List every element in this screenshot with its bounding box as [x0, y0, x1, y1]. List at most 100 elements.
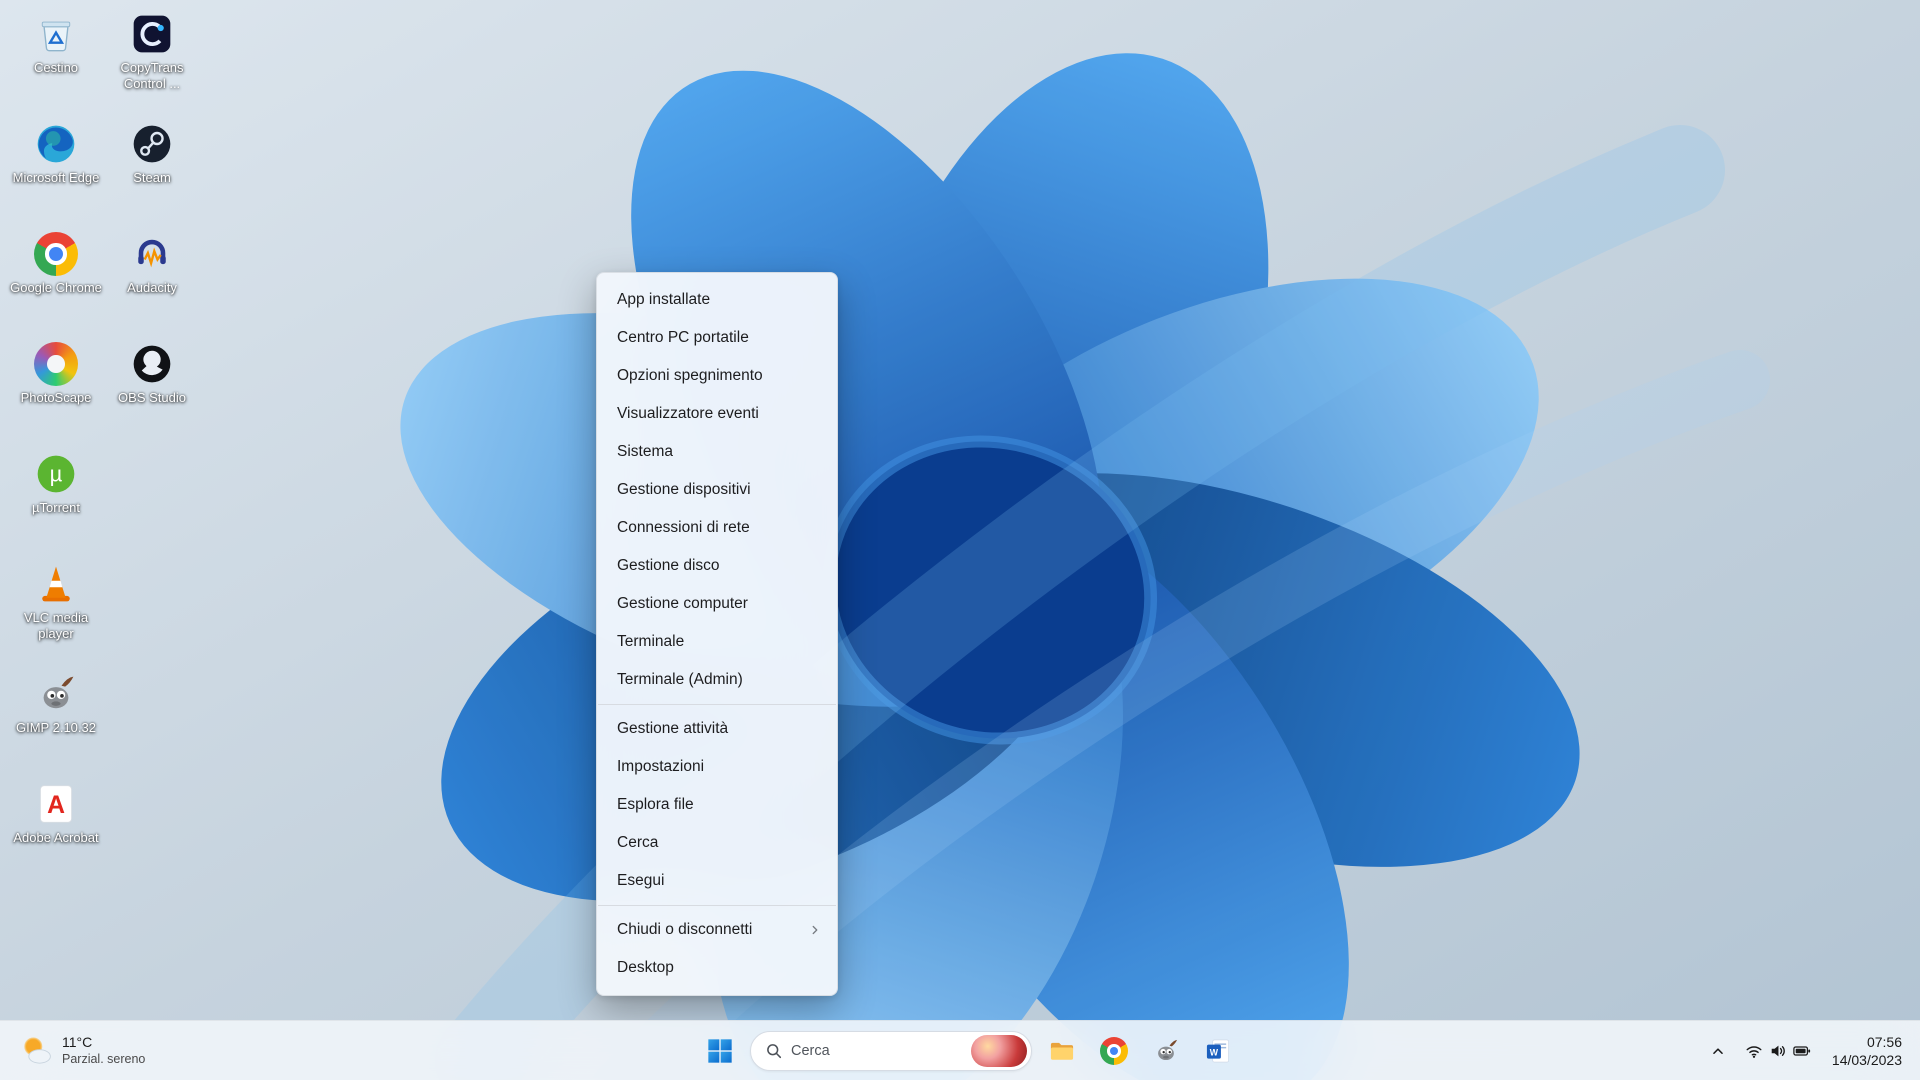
menu-item-label: Gestione disco — [617, 557, 720, 574]
quick-settings-button[interactable] — [1738, 1031, 1818, 1071]
show-hidden-icons-button[interactable] — [1702, 1031, 1734, 1071]
menu-item-opzioni-spegnimento[interactable]: Opzioni spegnimento — [602, 357, 832, 395]
weather-condition: Parzial. sereno — [62, 1051, 146, 1066]
battery-icon — [1793, 1042, 1811, 1060]
menu-item-sistema[interactable]: Sistema — [602, 433, 832, 471]
desktop-icon-label: CopyTrans Control ... — [120, 60, 184, 91]
menu-item-label: Centro PC portatile — [617, 329, 749, 346]
edge-icon — [34, 122, 78, 166]
desktop-icon-gimp[interactable]: GIMP 2.10.32 — [8, 668, 104, 778]
menu-item-label: App installate — [617, 291, 711, 308]
desktop-icon-label: Audacity — [127, 280, 177, 295]
volume-icon — [1769, 1042, 1787, 1060]
obs-icon — [130, 342, 174, 386]
desktop-icon-label: PhotoScape — [20, 390, 92, 405]
desktop-wallpaper[interactable] — [0, 0, 1920, 1080]
taskbar-tray: 07:56 14/03/2023 — [1702, 1021, 1912, 1080]
copytrans-icon — [130, 12, 174, 56]
desktop-icon-acrobat[interactable]: A Adobe Acrobat — [8, 778, 104, 888]
desktop-icon-label: Microsoft Edge — [12, 170, 100, 185]
search-icon — [765, 1042, 783, 1060]
chrome-icon — [1100, 1037, 1128, 1065]
screen: Cestino CopyTrans Control ... Microsoft … — [0, 0, 1920, 1080]
menu-item-label: Chiudi o disconnetti — [617, 921, 753, 938]
menu-item-visualizzatore-eventi[interactable]: Visualizzatore eventi — [602, 395, 832, 433]
menu-item-gestione-attivit[interactable]: Gestione attività — [602, 710, 832, 748]
menu-item-terminale-admin[interactable]: Terminale (Admin) — [602, 661, 832, 699]
weather-temperature: 11°C — [62, 1034, 93, 1051]
desktop-icon-copytrans[interactable]: CopyTrans Control ... — [104, 8, 200, 118]
recycle-bin-icon — [34, 12, 78, 56]
menu-item-label: Visualizzatore eventi — [617, 405, 759, 422]
menu-item-label: Esplora file — [617, 796, 694, 813]
menu-item-gestione-dispositivi[interactable]: Gestione dispositivi — [602, 471, 832, 509]
menu-item-chiudi-o-disconnetti[interactable]: Chiudi o disconnetti — [602, 911, 832, 949]
menu-item-gestione-disco[interactable]: Gestione disco — [602, 547, 832, 585]
menu-item-app-installate[interactable]: App installate — [602, 281, 832, 319]
desktop-icon-utorrent[interactable]: µ µTorrent — [8, 448, 104, 558]
windows-logo-icon — [706, 1037, 734, 1065]
menu-item-label: Terminale — [617, 633, 685, 650]
menu-item-terminale[interactable]: Terminale — [602, 623, 832, 661]
context-menu: App installate Centro PC portatile Opzioni… — [596, 272, 838, 996]
clock-date: 14/03/2023 — [1831, 1052, 1902, 1068]
desktop-icon-obs[interactable]: OBS Studio — [104, 338, 200, 448]
desktop-icon-edge[interactable]: Microsoft Edge — [8, 118, 104, 228]
photoscape-icon — [34, 342, 78, 386]
desktop-icon-audacity[interactable]: Audacity — [104, 228, 200, 338]
desktop-icon-label: GIMP 2.10.32 — [16, 720, 96, 735]
svg-text:W: W — [1210, 1047, 1219, 1057]
svg-text:µ: µ — [50, 461, 63, 486]
taskbar-app-explorer[interactable] — [1040, 1029, 1084, 1073]
steam-icon — [130, 122, 174, 166]
taskbar-app-word[interactable]: W — [1196, 1029, 1240, 1073]
desktop-icon-grid: Cestino CopyTrans Control ... Microsoft … — [8, 8, 200, 888]
clock-time: 07:56 — [1866, 1033, 1902, 1050]
taskbar-app-chrome[interactable] — [1092, 1029, 1136, 1073]
weather-widget[interactable]: 11°C Parzial. sereno — [6, 1021, 157, 1080]
start-button[interactable] — [698, 1029, 742, 1073]
menu-item-desktop[interactable]: Desktop — [602, 949, 832, 987]
desktop-icon-chrome[interactable]: Google Chrome — [8, 228, 104, 338]
menu-item-label: Opzioni spegnimento — [617, 367, 763, 384]
menu-item-impostazioni[interactable]: Impostazioni — [602, 748, 832, 786]
desktop-icon-photoscape[interactable]: PhotoScape — [8, 338, 104, 448]
menu-separator — [598, 905, 836, 906]
desktop-icon-label: Steam — [133, 170, 171, 185]
wifi-icon — [1745, 1042, 1763, 1060]
taskbar: 11°C Parzial. sereno Cerca W 07:56 14/03… — [0, 1020, 1920, 1080]
search-highlight-image[interactable] — [971, 1035, 1027, 1067]
acrobat-icon: A — [34, 782, 78, 826]
desktop-icon-label: Cestino — [33, 60, 79, 75]
menu-separator — [598, 704, 836, 705]
taskbar-search[interactable]: Cerca — [750, 1031, 1032, 1071]
desktop-icon-steam[interactable]: Steam — [104, 118, 200, 228]
svg-text:A: A — [47, 792, 65, 819]
utorrent-icon: µ — [34, 452, 78, 496]
audacity-icon — [130, 232, 174, 276]
desktop-icon-recycle-bin[interactable]: Cestino — [8, 8, 104, 118]
weather-icon — [18, 1033, 54, 1069]
taskbar-clock[interactable]: 07:56 14/03/2023 — [1822, 1029, 1912, 1073]
menu-item-label: Esegui — [617, 872, 665, 889]
menu-item-esegui[interactable]: Esegui — [602, 862, 832, 900]
taskbar-center: Cerca W — [698, 1021, 1240, 1080]
menu-item-label: Desktop — [617, 959, 674, 976]
explorer-icon — [1048, 1037, 1076, 1065]
gimp-icon — [1152, 1037, 1180, 1065]
taskbar-app-gimp[interactable] — [1144, 1029, 1188, 1073]
desktop-icon-vlc[interactable]: VLC media player — [8, 558, 104, 668]
menu-item-label: Impostazioni — [617, 758, 705, 775]
chevron-right-icon — [808, 923, 822, 937]
menu-item-centro-pc-portatile[interactable]: Centro PC portatile — [602, 319, 832, 357]
chrome-icon — [34, 232, 78, 276]
menu-item-gestione-computer[interactable]: Gestione computer — [602, 585, 832, 623]
taskbar-pinned: W — [1040, 1029, 1240, 1073]
menu-item-label: Gestione attività — [617, 720, 729, 737]
menu-item-connessioni-di-rete[interactable]: Connessioni di rete — [602, 509, 832, 547]
menu-item-cerca[interactable]: Cerca — [602, 824, 832, 862]
desktop-icon-label: VLC media player — [23, 610, 89, 641]
menu-item-label: Sistema — [617, 443, 673, 460]
menu-item-esplora-file[interactable]: Esplora file — [602, 786, 832, 824]
desktop-icon-label: Google Chrome — [10, 280, 102, 295]
